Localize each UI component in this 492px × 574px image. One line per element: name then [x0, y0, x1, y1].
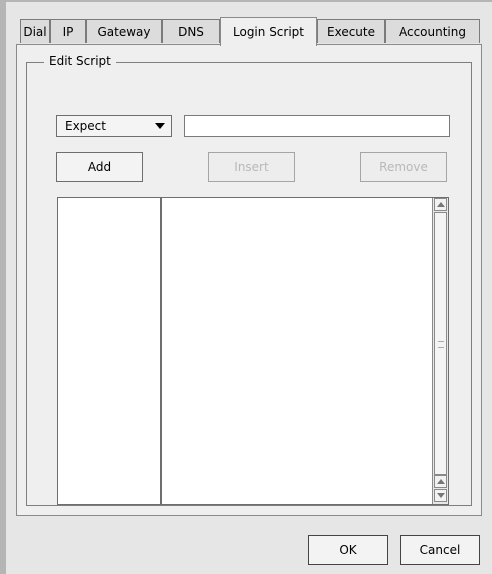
insert-button[interactable]: Insert	[208, 152, 295, 182]
tab-accounting[interactable]: Accounting	[385, 19, 480, 43]
ok-button[interactable]: OK	[308, 535, 388, 565]
scroll-up-button-lower[interactable]	[434, 475, 447, 488]
tab-execute[interactable]: Execute	[317, 19, 385, 43]
vertical-scrollbar[interactable]	[432, 198, 448, 504]
cancel-button[interactable]: Cancel	[400, 535, 480, 565]
scroll-down-arrow-icon	[436, 493, 445, 498]
command-type-select[interactable]: Expect	[56, 115, 172, 137]
script-argument-list[interactable]	[161, 197, 449, 505]
script-command-list[interactable]	[57, 197, 161, 505]
scroll-up-arrow-icon	[436, 479, 445, 484]
remove-button[interactable]: Remove	[360, 152, 447, 182]
window-frame-top	[0, 0, 492, 2]
scroll-up-arrow-icon	[436, 202, 445, 207]
tab-gateway[interactable]: Gateway	[86, 19, 162, 43]
tab-bar: Dial IP Gateway DNS Login Script Execute…	[20, 17, 480, 46]
tab-dns[interactable]: DNS	[162, 19, 220, 43]
tab-login-script[interactable]: Login Script	[220, 17, 317, 46]
scroll-thumb[interactable]	[434, 212, 447, 475]
tab-dial[interactable]: Dial	[20, 19, 50, 43]
scroll-down-button[interactable]	[434, 489, 447, 502]
window-frame-left	[0, 0, 6, 574]
grip-icon	[438, 341, 444, 348]
dropdown-arrow-icon[interactable]	[155, 123, 165, 129]
edit-script-group: Edit Script Expect Add Insert Remove	[26, 54, 472, 506]
tab-ip[interactable]: IP	[50, 19, 86, 43]
add-button[interactable]: Add	[56, 152, 143, 182]
command-type-value: Expect	[65, 119, 106, 133]
scroll-up-button[interactable]	[434, 198, 447, 211]
edit-script-group-label: Edit Script	[44, 54, 116, 68]
script-argument-input[interactable]	[184, 115, 450, 137]
login-script-page: Edit Script Expect Add Insert Remove	[16, 44, 482, 516]
